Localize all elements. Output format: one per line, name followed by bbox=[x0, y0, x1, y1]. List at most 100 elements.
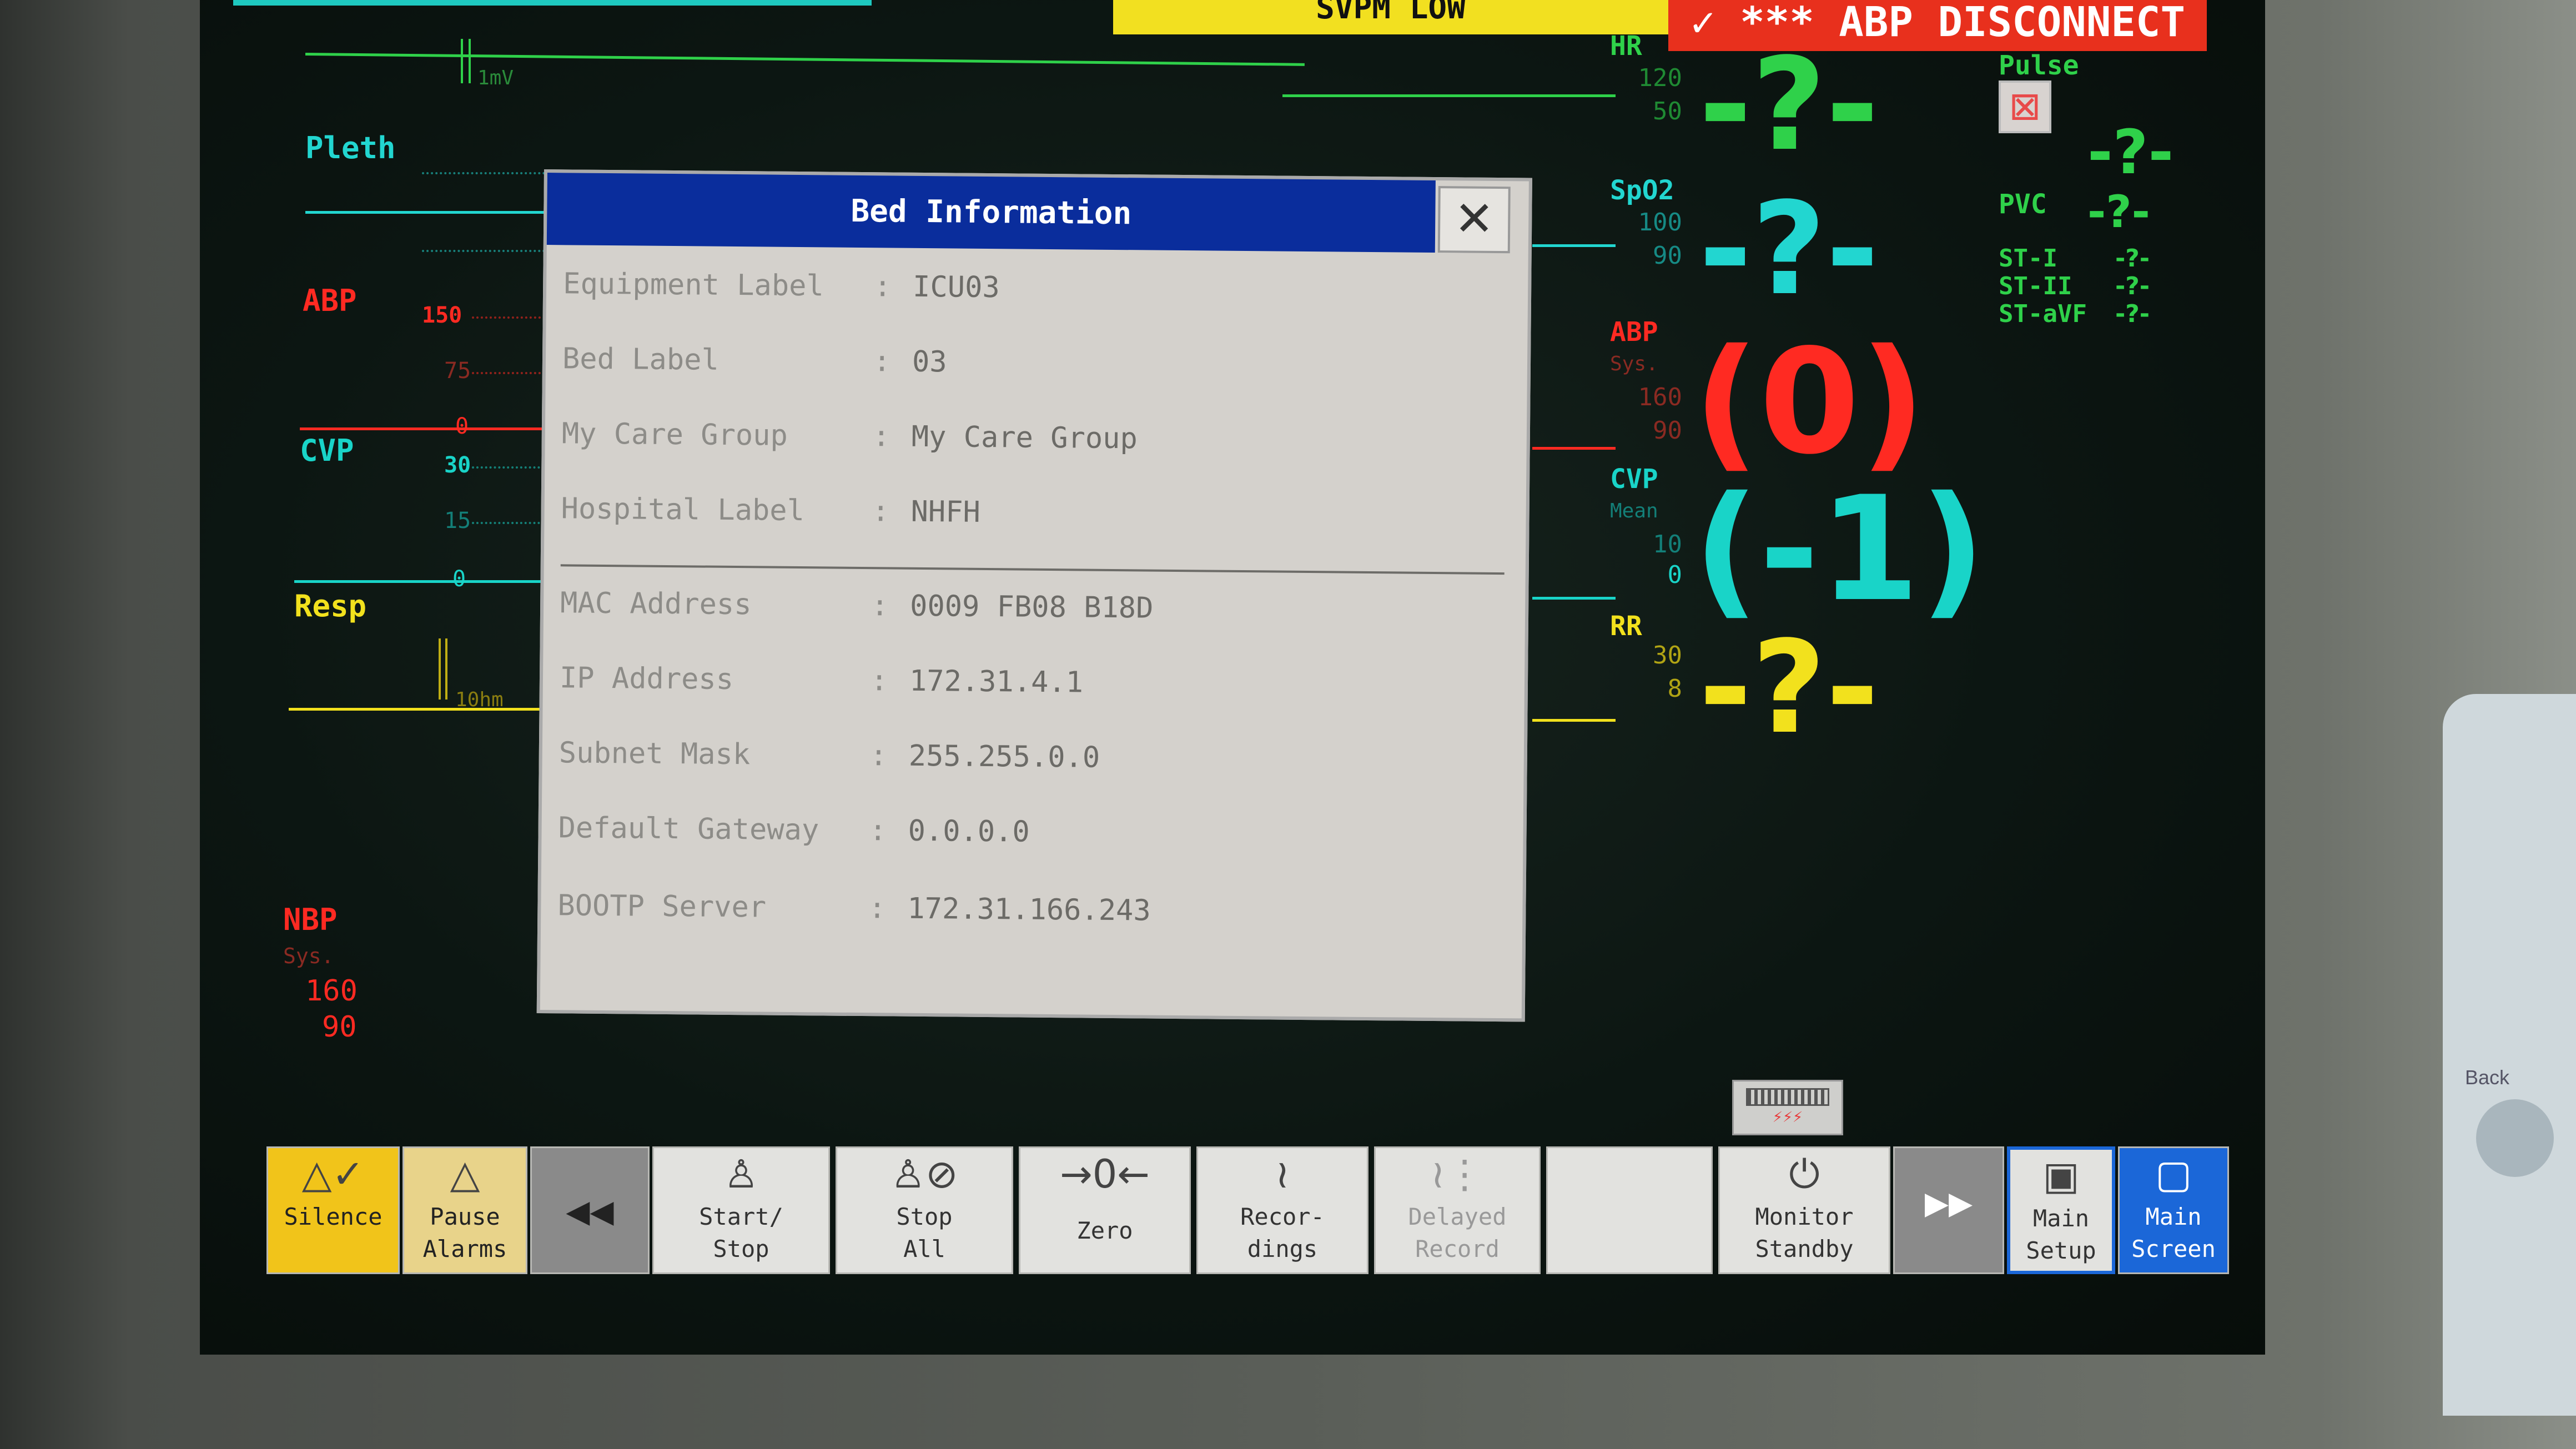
device-side-panel: Back bbox=[2443, 694, 2576, 1416]
st-i-label[interactable]: ST-I bbox=[1999, 244, 2057, 273]
rr-value[interactable]: -?- bbox=[1699, 622, 1879, 755]
empty-key[interactable] bbox=[1546, 1146, 1713, 1274]
main-screen-label-1: Main bbox=[2145, 1203, 2202, 1230]
zero-button[interactable]: →0← Zero bbox=[1019, 1146, 1191, 1274]
silence-label: Silence bbox=[284, 1203, 383, 1230]
pvc-value[interactable]: -?- bbox=[2087, 186, 2150, 238]
row-value: 03 bbox=[912, 345, 947, 379]
row-key: Equipment Label bbox=[562, 267, 824, 303]
cvp-scale-mid: 15 bbox=[444, 508, 471, 534]
abp-value[interactable]: (0) bbox=[1693, 328, 1926, 477]
prev-page-button[interactable]: ◀◀ bbox=[530, 1146, 650, 1274]
st-ii-label[interactable]: ST-II bbox=[1999, 272, 2072, 300]
cvp-scale-bot: 0 bbox=[452, 566, 466, 592]
hr-high-limit: 120 bbox=[1638, 64, 1682, 92]
hr-value[interactable]: -?- bbox=[1699, 39, 1879, 172]
row-sep: : bbox=[870, 664, 888, 698]
delayed-record-button[interactable]: ≀⋮ Delayed Record bbox=[1374, 1146, 1541, 1274]
cvp-wave-2 bbox=[1532, 597, 1616, 600]
main-screen-icon: ▢ bbox=[2155, 1151, 2192, 1197]
row-value: 172.31.4.1 bbox=[909, 664, 1084, 700]
pleth-wave bbox=[305, 211, 555, 214]
start-stop-button[interactable]: ♙ Start/ Stop bbox=[652, 1146, 830, 1274]
alarm-triangle-icon: △ bbox=[450, 1151, 480, 1197]
start-label-2: Stop bbox=[713, 1235, 769, 1262]
spo2-label[interactable]: SpO2 bbox=[1610, 175, 1674, 206]
row-mac-address: MAC Address:0009 FB08 B18D bbox=[560, 586, 1154, 630]
row-ip-address: IP Address:172.31.4.1 bbox=[560, 661, 1084, 705]
delayed-record-icon: ≀⋮ bbox=[1430, 1151, 1485, 1197]
bed-information-dialog: Bed Information ✕ Equipment Label: ICU03 … bbox=[536, 169, 1532, 1022]
row-sep: : bbox=[871, 589, 889, 623]
recordings-button[interactable]: ≀ Recor- dings bbox=[1196, 1146, 1368, 1274]
rec-label-1: Recor- bbox=[1240, 1203, 1325, 1230]
start-label-1: Start/ bbox=[699, 1203, 783, 1230]
st-avf-value: -?- bbox=[2115, 300, 2150, 328]
row-value: ICU03 bbox=[912, 270, 1000, 305]
patient-stop-icon: ♙⊘ bbox=[890, 1151, 958, 1197]
dialog-title: Bed Information bbox=[546, 173, 1436, 253]
row-bootp-server: BOOTP Server:172.31.166.243 bbox=[557, 889, 1151, 933]
st-i-value: -?- bbox=[2115, 244, 2150, 273]
nbp-sub: Sys. bbox=[283, 944, 334, 968]
monitor-standby-button[interactable]: ⏻ Monitor Standby bbox=[1718, 1146, 1890, 1274]
row-sep: : bbox=[873, 345, 891, 379]
rec-label-2: dings bbox=[1247, 1235, 1318, 1262]
recording-wave-icon: ≀ bbox=[1275, 1151, 1290, 1197]
pvc-label[interactable]: PVC bbox=[1999, 189, 2047, 220]
pulse-value[interactable]: -?- bbox=[2087, 117, 2174, 188]
cvp-high-limit: 10 bbox=[1653, 530, 1682, 559]
spo2-high-limit: 100 bbox=[1638, 208, 1682, 237]
main-setup-button[interactable]: ▣ Main Setup bbox=[2007, 1146, 2115, 1274]
monitor-screen: SVPM LOW ✓ *** ABP DISCONNECT 1mV Pleth … bbox=[200, 0, 2265, 1355]
cvp-wave bbox=[294, 580, 566, 583]
cvp-value[interactable]: (-1) bbox=[1693, 475, 1985, 625]
cvp-scale-top: 30 bbox=[444, 452, 471, 478]
abp-param-sub: Sys. bbox=[1610, 353, 1658, 375]
spo2-low-limit: 90 bbox=[1653, 242, 1682, 270]
main-screen-label-2: Screen bbox=[2131, 1235, 2216, 1262]
spo2-value[interactable]: -?- bbox=[1699, 183, 1879, 316]
alarm-yellow[interactable]: SVPM LOW bbox=[1113, 0, 1668, 34]
pulse-label[interactable]: Pulse bbox=[1999, 50, 2079, 81]
row-key: MAC Address bbox=[560, 586, 752, 622]
row-bed-label: Bed Label:03 bbox=[562, 342, 947, 384]
resp-label: Resp bbox=[294, 588, 367, 623]
hr-label[interactable]: HR bbox=[1610, 31, 1642, 62]
main-screen-button[interactable]: ▢ Main Screen bbox=[2118, 1146, 2229, 1274]
abp-scale-mid: 75 bbox=[444, 358, 471, 384]
pause-alarms-button[interactable]: △ Pause Alarms bbox=[402, 1146, 527, 1274]
back-knob[interactable] bbox=[2476, 1099, 2554, 1177]
row-value: 0009 FB08 B18D bbox=[909, 589, 1154, 625]
row-key: Hospital Label bbox=[561, 492, 805, 528]
pause-label-1: Pause bbox=[430, 1203, 500, 1230]
bottom-toolbar: △✓ Silence △ Pause Alarms ◀◀ ♙ Start/ St… bbox=[266, 1146, 2229, 1291]
abp-param-label[interactable]: ABP bbox=[1610, 316, 1658, 348]
nbp-label: NBP bbox=[283, 902, 338, 937]
power-icon: ⏻ bbox=[1789, 1151, 1820, 1197]
row-value: My Care Group bbox=[911, 420, 1138, 456]
st-avf-label[interactable]: ST-aVF bbox=[1999, 300, 2087, 328]
stop-all-button[interactable]: ♙⊘ Stop All bbox=[836, 1146, 1013, 1274]
ecg-scale-label: 1mV bbox=[477, 67, 514, 89]
rr-label[interactable]: RR bbox=[1610, 611, 1642, 642]
row-sep: : bbox=[869, 814, 887, 848]
resp-wave bbox=[289, 708, 555, 711]
setup-screen-icon: ▣ bbox=[2042, 1153, 2080, 1199]
row-key: BOOTP Server bbox=[557, 889, 767, 924]
back-label: Back bbox=[2465, 1066, 2510, 1089]
row-subnet-mask: Subnet Mask:255.255.0.0 bbox=[559, 736, 1100, 780]
silence-button[interactable]: △✓ Silence bbox=[266, 1146, 400, 1274]
pleth-wave-2 bbox=[1532, 244, 1616, 247]
row-hospital-label: Hospital Label: NHFH bbox=[561, 492, 980, 535]
double-right-arrow-icon: ▶▶ bbox=[1924, 1185, 1973, 1221]
row-value: 255.255.0.0 bbox=[908, 739, 1100, 774]
next-page-button[interactable]: ▶▶ bbox=[1893, 1146, 2004, 1274]
main-setup-label-2: Setup bbox=[2026, 1237, 2096, 1264]
close-icon[interactable]: ✕ bbox=[1437, 186, 1511, 254]
cvp-param-label[interactable]: CVP bbox=[1610, 464, 1658, 495]
zero-label: Zero bbox=[1076, 1217, 1133, 1244]
row-my-care-group: My Care Group: My Care Group bbox=[561, 417, 1138, 461]
row-sep: : bbox=[868, 892, 886, 925]
bell-silence-icon: △✓ bbox=[301, 1151, 365, 1197]
